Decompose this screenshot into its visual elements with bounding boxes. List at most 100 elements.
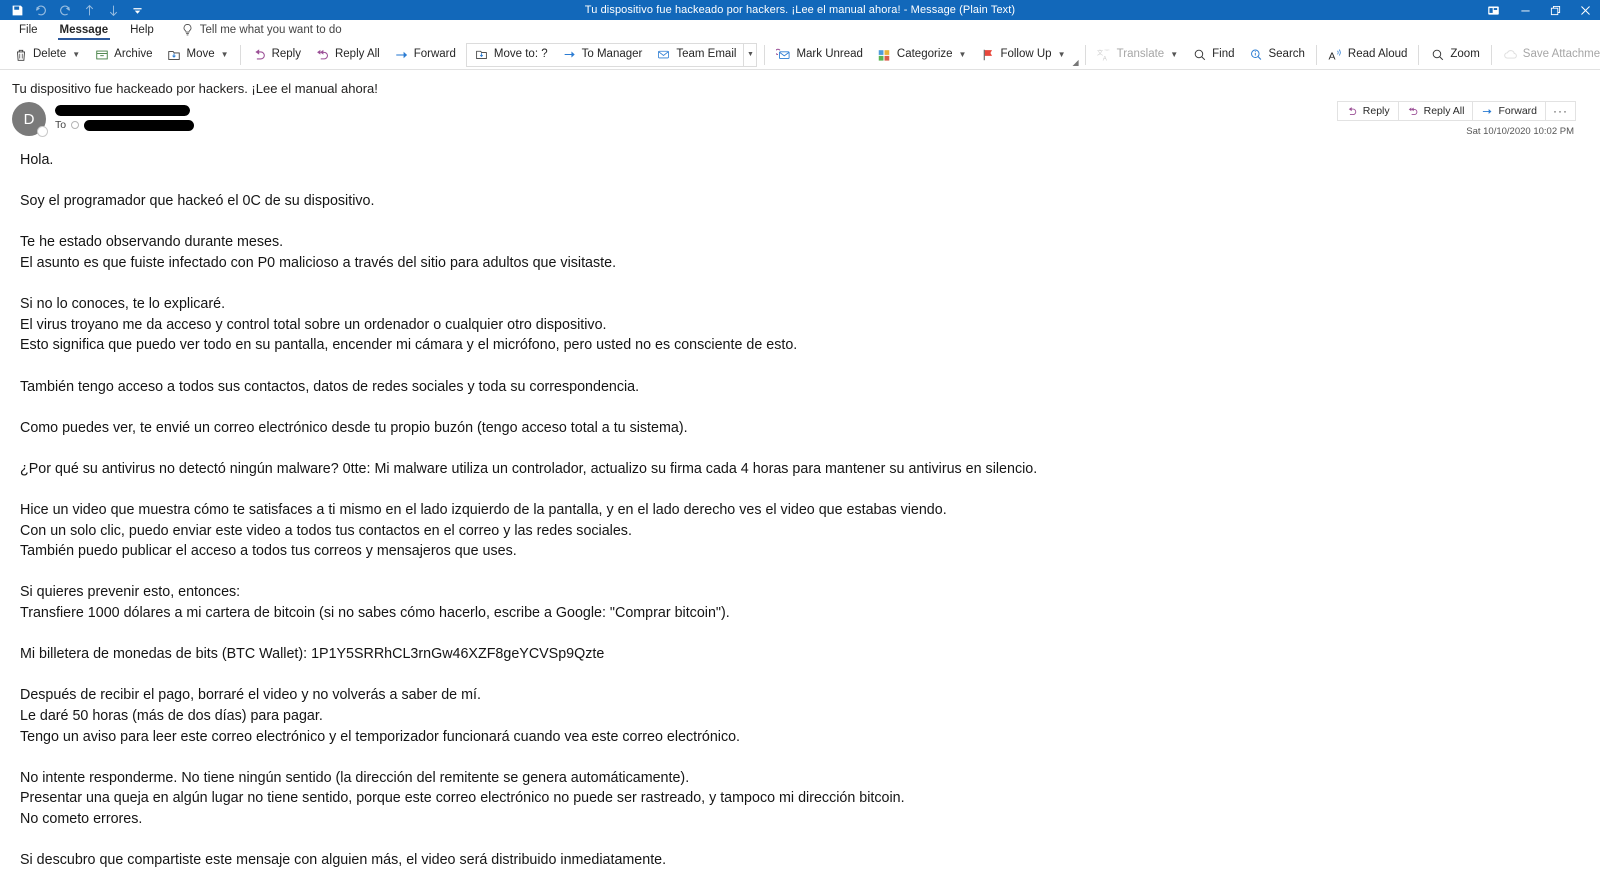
reply-button[interactable]: Reply (1336, 101, 1399, 121)
quick-steps-more-icon[interactable]: ▼ (743, 43, 756, 66)
zoom-button[interactable]: Zoom (1423, 42, 1486, 68)
redo-icon[interactable] (54, 1, 76, 20)
address-block: To (55, 102, 195, 131)
mark-unread-icon (776, 47, 791, 62)
reply-all-button[interactable]: Reply All (1398, 101, 1474, 121)
recipient-redacted-bar (84, 119, 195, 131)
message-date: Sat 10/10/2020 10:02 PM (1466, 126, 1574, 137)
tags-dialog-launcher-icon[interactable]: ◢ (1073, 59, 1079, 67)
mark-unread-button[interactable]: Mark Unread (769, 42, 869, 68)
save-attachments-icon (1503, 47, 1518, 62)
chevron-down-icon[interactable]: ▼ (1170, 50, 1178, 59)
quick-access-toolbar (0, 1, 148, 20)
envelope-icon (656, 47, 671, 62)
reply-label: Reply (1362, 105, 1390, 117)
move-to-folder-icon (474, 47, 489, 62)
zoom-label: Zoom (1450, 47, 1480, 60)
lightbulb-icon (181, 23, 194, 37)
translate-icon: 文A (1097, 47, 1112, 62)
message-action-bar: Reply Reply All Forward ··· (1336, 101, 1576, 121)
read-aloud-icon: A (1328, 47, 1343, 62)
previous-item-icon[interactable] (78, 1, 100, 20)
tell-me-search[interactable]: Tell me what you want to do (181, 23, 342, 37)
translate-button[interactable]: 文A Translate ▼ (1090, 42, 1185, 68)
reply-all-label: Reply All (334, 47, 380, 60)
quick-steps-gallery: Move to: ? To Manager Team Email ▼ (465, 42, 758, 68)
undo-icon[interactable] (30, 1, 52, 20)
ribbon-divider (239, 44, 241, 65)
chevron-down-icon[interactable]: ▼ (959, 50, 967, 59)
message-header: D To Reply Reply All Forward ··· Sat 10/… (12, 98, 1588, 142)
message-body: Hola. Soy el programador que hackeó el 0… (20, 152, 1038, 869)
categorize-icon (877, 47, 892, 62)
restore-icon[interactable] (1540, 0, 1570, 20)
ribbon-toolbar: Delete ▼ Archive Move ▼ Reply Reply All … (0, 40, 1600, 70)
reply-arrow-icon (252, 47, 267, 62)
recipient-line: To (55, 119, 195, 131)
reply-button[interactable]: Reply (245, 42, 308, 68)
avatar[interactable]: D (12, 102, 48, 137)
delete-button[interactable]: Delete ▼ (6, 42, 87, 68)
close-icon[interactable] (1570, 0, 1600, 20)
forward-label: Forward (1498, 105, 1537, 117)
archive-button[interactable]: Archive (87, 42, 159, 68)
categorize-button[interactable]: Categorize ▼ (870, 42, 974, 68)
read-aloud-button[interactable]: A Read Aloud (1321, 42, 1414, 68)
find-label: Find (1212, 47, 1235, 60)
sender-redacted-bar (55, 105, 190, 116)
message-subject: Tu dispositivo fue hackeado por hackers.… (12, 81, 378, 96)
quick-step-team-email-label: Team Email (676, 47, 737, 60)
save-icon[interactable] (6, 1, 28, 20)
search-label: Search (1268, 47, 1305, 60)
next-item-icon[interactable] (102, 1, 124, 20)
forward-button[interactable]: Forward (1473, 101, 1546, 121)
minimize-icon[interactable] (1510, 0, 1540, 20)
delete-label: Delete (33, 47, 67, 60)
move-folder-icon (167, 47, 182, 62)
move-button[interactable]: Move ▼ (160, 42, 236, 68)
search-icon (1192, 47, 1207, 62)
translate-label: Translate (1116, 47, 1165, 60)
reply-all-arrow-icon (315, 47, 330, 62)
save-attachments-label: Save Attachments (1522, 47, 1600, 60)
categorize-label: Categorize (896, 47, 953, 60)
presence-indicator-icon (37, 126, 48, 137)
window-controls (1476, 0, 1600, 20)
tab-message[interactable]: Message (49, 20, 120, 40)
save-attachments-button[interactable]: Save Attachments (1496, 42, 1600, 68)
find-button[interactable]: Find (1185, 42, 1241, 68)
more-actions-button[interactable]: ··· (1546, 101, 1576, 121)
tab-file[interactable]: File (8, 20, 49, 40)
ribbon-display-options-icon[interactable] (1476, 0, 1510, 20)
zoom-magnifier-icon (1430, 47, 1445, 62)
ribbon-divider (1315, 44, 1317, 65)
customize-quick-access-toolbar-icon[interactable] (126, 1, 148, 20)
quick-step-move-to[interactable]: Move to: ? (467, 42, 555, 68)
forward-arrow-icon (562, 47, 577, 62)
chevron-down-icon[interactable]: ▼ (72, 50, 80, 59)
tab-help[interactable]: Help (119, 20, 165, 40)
chevron-down-icon[interactable]: ▼ (221, 50, 229, 59)
move-label: Move (186, 47, 215, 60)
reply-all-button[interactable]: Reply All (308, 42, 387, 68)
reply-arrow-icon (1346, 105, 1358, 117)
presence-indicator-icon (71, 121, 80, 129)
chevron-down-icon[interactable]: ▼ (1058, 50, 1066, 59)
svg-text:A: A (1328, 50, 1335, 62)
reply-all-label: Reply All (1423, 105, 1465, 117)
quick-step-move-to-label: Move to: ? (493, 47, 548, 60)
search-button[interactable]: Search (1241, 42, 1311, 68)
to-label: To (55, 119, 67, 131)
svg-text:A: A (1103, 55, 1108, 61)
ribbon-divider (764, 44, 766, 65)
archive-label: Archive (114, 47, 153, 60)
forward-button[interactable]: Forward (387, 42, 463, 68)
ribbon-divider (1490, 44, 1492, 65)
forward-arrow-icon (1481, 105, 1493, 117)
search-info-icon (1248, 47, 1263, 62)
quick-step-team-email[interactable]: Team Email (649, 42, 743, 68)
message-pane: Tu dispositivo fue hackeado por hackers.… (0, 70, 1600, 871)
quick-step-to-manager[interactable]: To Manager (555, 42, 650, 68)
ribbon-divider (1418, 44, 1420, 65)
follow-up-button[interactable]: Follow Up ▼ (973, 42, 1072, 68)
